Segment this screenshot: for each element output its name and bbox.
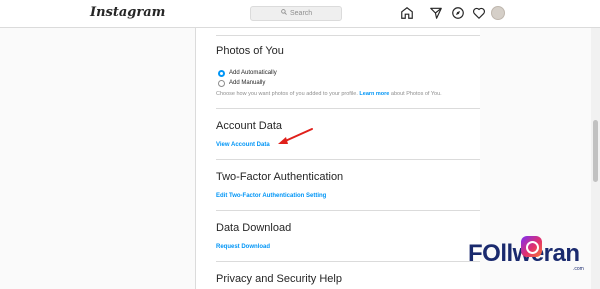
photos-help-text: Choose how you want photos of you added … bbox=[216, 91, 442, 97]
help-text-after: about Photos of You. bbox=[390, 91, 442, 97]
follweran-watermark-logo: FOllweran .com bbox=[468, 236, 598, 286]
search-input[interactable]: Search bbox=[250, 6, 342, 21]
red-arrow-annotation bbox=[276, 127, 314, 152]
explore-icon[interactable] bbox=[451, 6, 465, 20]
section-divider bbox=[216, 210, 480, 211]
instagram-badge-icon bbox=[521, 236, 542, 257]
data-download-title: Data Download bbox=[216, 222, 292, 234]
radio-unselected[interactable] bbox=[218, 80, 225, 87]
settings-panel: Photos of You Add Automatically Add Manu… bbox=[196, 28, 480, 289]
add-automatically-label: Add Automatically bbox=[229, 70, 277, 76]
top-navigation-bar: Instagram Search bbox=[0, 0, 600, 28]
watermark-suffix: .com bbox=[573, 266, 584, 272]
help-text-before: Choose how you want photos of you added … bbox=[216, 91, 358, 97]
section-divider bbox=[216, 159, 480, 160]
direct-icon[interactable] bbox=[429, 6, 443, 20]
edit-two-factor-link[interactable]: Edit Two-Factor Authentication Setting bbox=[216, 193, 326, 199]
two-factor-title: Two-Factor Authentication bbox=[216, 171, 344, 183]
search-icon bbox=[281, 9, 287, 17]
activity-heart-icon[interactable] bbox=[472, 6, 486, 20]
request-download-link[interactable]: Request Download bbox=[216, 244, 270, 250]
section-divider bbox=[216, 35, 480, 36]
photos-of-you-title: Photos of You bbox=[216, 45, 284, 57]
profile-avatar[interactable] bbox=[491, 6, 505, 20]
radio-selected[interactable] bbox=[218, 70, 225, 77]
add-manually-label: Add Manually bbox=[229, 80, 266, 86]
search-placeholder: Search bbox=[290, 10, 313, 17]
learn-more-link[interactable]: Learn more bbox=[359, 91, 389, 97]
home-icon[interactable] bbox=[400, 6, 414, 20]
section-divider bbox=[216, 261, 480, 262]
view-account-data-link[interactable]: View Account Data bbox=[216, 142, 270, 148]
scrollbar-thumb[interactable] bbox=[593, 120, 598, 182]
account-data-title: Account Data bbox=[216, 120, 283, 132]
section-divider bbox=[216, 108, 480, 109]
privacy-help-title: Privacy and Security Help bbox=[216, 273, 342, 285]
instagram-logo[interactable]: Instagram bbox=[90, 5, 165, 20]
